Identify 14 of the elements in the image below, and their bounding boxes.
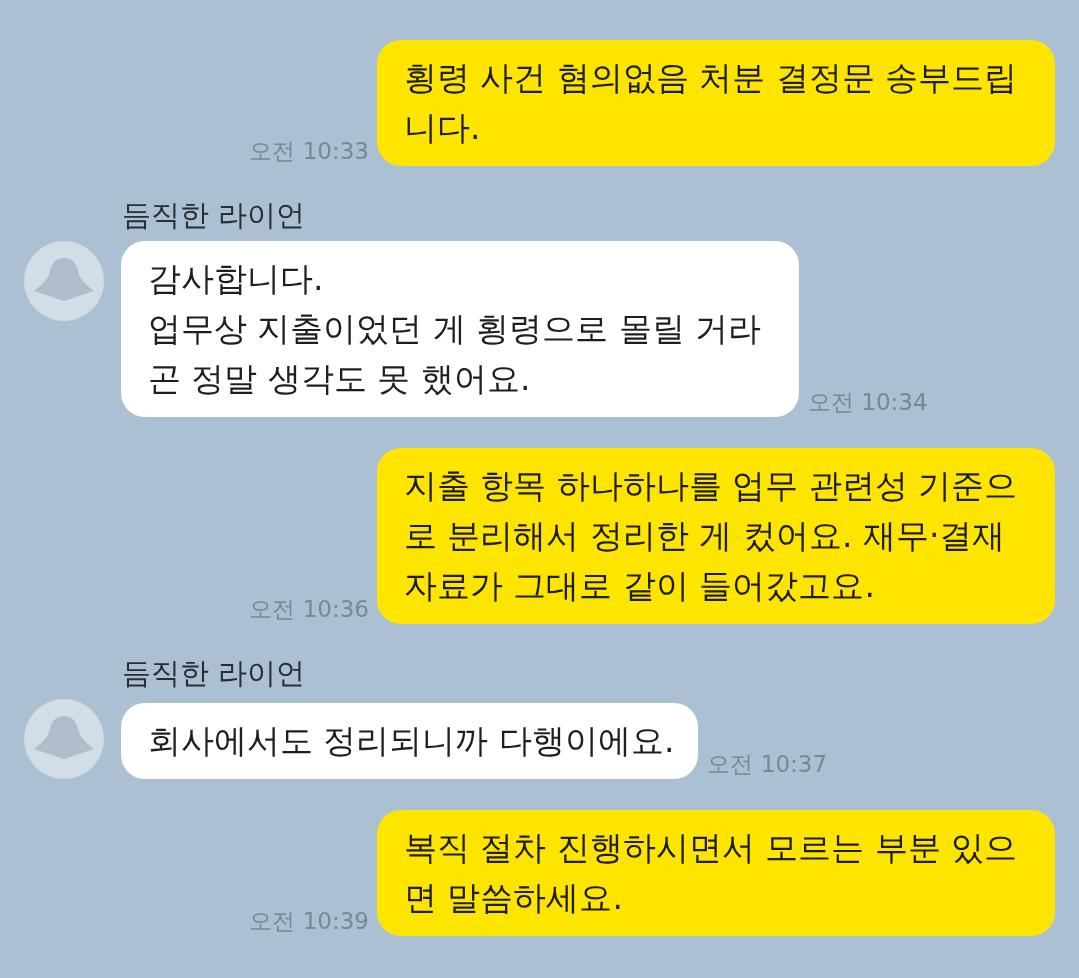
timestamp: 오전 10:34 xyxy=(808,388,928,416)
message-bubble: 횡령 사건 혐의없음 처분 결정문 송부드립니다. xyxy=(377,40,1055,166)
timestamp: 오전 10:33 xyxy=(249,137,369,165)
timestamp: 오전 10:37 xyxy=(707,750,828,778)
timestamp: 오전 10:39 xyxy=(249,907,369,935)
avatar-icon[interactable] xyxy=(24,699,104,779)
message-bubble: 지출 항목 하나하나를 업무 관련성 기준으로 분리해서 정리한 게 컸어요. 재무·결재 자료가 그대로 같이 들어갔고요. xyxy=(377,448,1055,624)
message-bubble: 복직 절차 진행하시면서 모르는 부분 있으면 말씀하세요. xyxy=(377,810,1055,936)
message-bubble: 감사합니다. 업무상 지출이었던 게 횡령으로 몰릴 거라곤 정말 생각도 못 했어요. xyxy=(121,241,799,417)
avatar-icon[interactable] xyxy=(24,241,104,321)
sender-name: 듬직한 라이언 xyxy=(121,197,306,233)
timestamp: 오전 10:36 xyxy=(249,595,369,623)
message-bubble: 회사에서도 정리되니까 다행이에요. xyxy=(121,703,699,779)
sender-name: 듬직한 라이언 xyxy=(121,655,306,691)
